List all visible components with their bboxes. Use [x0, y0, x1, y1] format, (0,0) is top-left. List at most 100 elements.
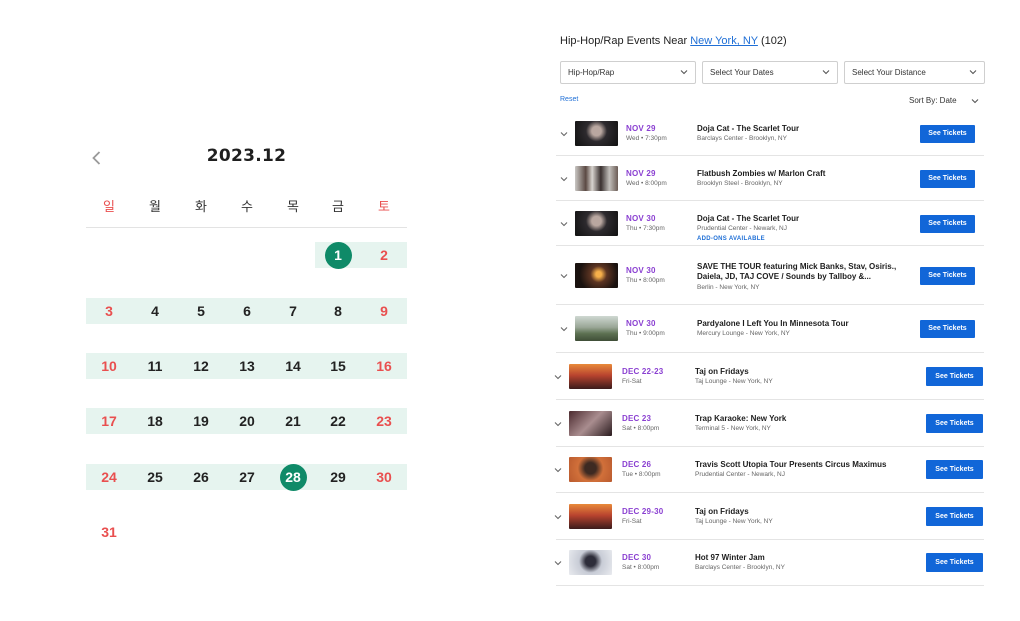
- event-thumbnail[interactable]: [575, 166, 618, 191]
- chevron-down-icon[interactable]: [559, 174, 569, 184]
- calendar-day[interactable]: 31: [86, 519, 132, 545]
- chevron-down-icon[interactable]: [553, 419, 563, 429]
- calendar-day[interactable]: 13: [224, 353, 270, 379]
- calendar-day[interactable]: 8: [315, 298, 361, 324]
- event-row[interactable]: DEC 30 Sat • 8:00pm Hot 97 Winter Jam Barcl…: [553, 540, 984, 586]
- chevron-down-icon[interactable]: [553, 372, 563, 382]
- event-thumbnail[interactable]: [575, 316, 618, 341]
- add-ons-link[interactable]: ADD-ONS AVAILABLE: [697, 236, 765, 242]
- calendar-day[interactable]: 25: [132, 464, 178, 490]
- calendar-day-number: 23: [376, 413, 392, 429]
- dates-select[interactable]: Select Your Dates: [702, 61, 838, 84]
- event-thumbnail[interactable]: [575, 121, 618, 146]
- see-tickets-button[interactable]: See Tickets: [920, 267, 975, 285]
- event-venue: Prudential Center - Newark, NJ: [697, 225, 787, 232]
- see-tickets-button[interactable]: See Tickets: [920, 125, 975, 143]
- event-thumbnail[interactable]: [569, 364, 612, 389]
- reset-link[interactable]: Reset: [560, 96, 578, 103]
- calendar-day[interactable]: 23: [361, 408, 407, 434]
- see-tickets-button[interactable]: See Tickets: [926, 414, 983, 433]
- calendar-day[interactable]: 10: [86, 353, 132, 379]
- calendar-day[interactable]: 22: [315, 408, 361, 434]
- chevron-down-icon[interactable]: [559, 324, 569, 334]
- genre-select[interactable]: Hip-Hop/Rap: [560, 61, 696, 84]
- sort-select[interactable]: Sort By: Date: [909, 96, 979, 105]
- see-tickets-button[interactable]: See Tickets: [920, 320, 975, 338]
- see-tickets-button[interactable]: See Tickets: [926, 460, 983, 479]
- event-venue: Taj Lounge - New York, NY: [695, 518, 773, 525]
- calendar-day[interactable]: 4: [132, 298, 178, 324]
- event-thumbnail[interactable]: [575, 211, 618, 236]
- calendar-day[interactable]: 7: [270, 298, 316, 324]
- calendar-day[interactable]: 27: [224, 464, 270, 490]
- calendar-day[interactable]: 17: [86, 408, 132, 434]
- event-row[interactable]: DEC 29-30 Fri-Sat Taj on Fridays Taj Lounge…: [553, 493, 984, 540]
- calendar-day[interactable]: 18: [132, 408, 178, 434]
- event-thumbnail[interactable]: [575, 263, 618, 288]
- events-heading: Hip-Hop/Rap Events Near New York, NY (10…: [560, 35, 787, 47]
- calendar-day[interactable]: 5: [178, 298, 224, 324]
- calendar-divider: [86, 227, 407, 228]
- location-link[interactable]: New York, NY: [690, 35, 758, 47]
- event-venue: Prudential Center - Newark, NJ: [695, 471, 785, 478]
- event-name[interactable]: Taj on Fridays: [695, 507, 905, 517]
- event-thumbnail[interactable]: [569, 411, 612, 436]
- calendar-day[interactable]: 26: [178, 464, 224, 490]
- calendar-day[interactable]: 20: [224, 408, 270, 434]
- event-row[interactable]: DEC 26 Tue • 8:00pm Travis Scott Utopia To…: [553, 447, 984, 493]
- calendar-day-number: 14: [285, 358, 301, 374]
- calendar-day[interactable]: 9: [361, 298, 407, 324]
- event-name[interactable]: Hot 97 Winter Jam: [695, 553, 905, 563]
- see-tickets-button[interactable]: See Tickets: [926, 367, 983, 386]
- event-name[interactable]: SAVE THE TOUR featuring Mick Banks, Stav…: [697, 262, 907, 282]
- event-row[interactable]: DEC 22-23 Fri-Sat Taj on Fridays Taj Lounge…: [553, 353, 984, 400]
- calendar-day[interactable]: 16: [361, 353, 407, 379]
- calendar-day[interactable]: 6: [224, 298, 270, 324]
- calendar-day[interactable]: 28: [270, 463, 316, 491]
- event-row[interactable]: NOV 30 Thu • 9:00pm Pardyalone I Left You …: [556, 305, 984, 353]
- chevron-down-icon[interactable]: [553, 512, 563, 522]
- event-row[interactable]: NOV 30 Thu • 7:30pm Doja Cat - The Scarlet…: [556, 201, 984, 246]
- event-row[interactable]: NOV 29 Wed • 7:30pm Doja Cat - The Scarlet…: [556, 111, 984, 156]
- chevron-down-icon[interactable]: [559, 219, 569, 229]
- calendar-day[interactable]: 12: [178, 353, 224, 379]
- event-name[interactable]: Doja Cat - The Scarlet Tour: [697, 214, 907, 224]
- event-name[interactable]: Flatbush Zombies w/ Marlon Craft: [697, 169, 907, 179]
- calendar-day[interactable]: 24: [86, 464, 132, 490]
- event-thumbnail[interactable]: [569, 457, 612, 482]
- calendar-day[interactable]: 21: [270, 408, 316, 434]
- event-name[interactable]: Trap Karaoke: New York: [695, 414, 905, 424]
- calendar-day[interactable]: 2: [361, 242, 407, 268]
- calendar-day[interactable]: 1: [315, 241, 361, 269]
- event-row[interactable]: DEC 23 Sat • 8:00pm Trap Karaoke: New York…: [553, 400, 984, 447]
- event-name[interactable]: Pardyalone I Left You In Minnesota Tour: [697, 319, 907, 329]
- chevron-down-icon[interactable]: [553, 558, 563, 568]
- event-name[interactable]: Taj on Fridays: [695, 367, 905, 377]
- chevron-down-icon[interactable]: [559, 271, 569, 281]
- calendar-day[interactable]: 29: [315, 464, 361, 490]
- event-date: NOV 29: [626, 124, 656, 133]
- calendar-day[interactable]: 3: [86, 298, 132, 324]
- chevron-down-icon[interactable]: [559, 129, 569, 139]
- calendar-day[interactable]: 15: [315, 353, 361, 379]
- see-tickets-button[interactable]: See Tickets: [920, 170, 975, 188]
- calendar-day[interactable]: 11: [132, 353, 178, 379]
- event-row[interactable]: NOV 29 Wed • 8:00pm Flatbush Zombies w/ Ma…: [556, 156, 984, 201]
- event-row[interactable]: NOV 30 Thu • 8:00pm SAVE THE TOUR featurin…: [556, 246, 984, 305]
- event-thumbnail[interactable]: [569, 504, 612, 529]
- chevron-down-icon[interactable]: [553, 465, 563, 475]
- chevron-down-icon: [971, 99, 979, 104]
- calendar-day[interactable]: 30: [361, 464, 407, 490]
- calendar-day[interactable]: 14: [270, 353, 316, 379]
- see-tickets-button[interactable]: See Tickets: [926, 553, 983, 572]
- see-tickets-button[interactable]: See Tickets: [926, 507, 983, 526]
- calendar-day-number: 18: [147, 413, 163, 429]
- event-thumbnail[interactable]: [569, 550, 612, 575]
- calendar-day-number: 11: [147, 358, 163, 374]
- calendar-day[interactable]: 19: [178, 408, 224, 434]
- event-name[interactable]: Travis Scott Utopia Tour Presents Circus…: [695, 460, 905, 470]
- see-tickets-button[interactable]: See Tickets: [920, 215, 975, 233]
- event-name[interactable]: Doja Cat - The Scarlet Tour: [697, 124, 907, 134]
- calendar-day-number: 9: [380, 303, 388, 319]
- distance-select[interactable]: Select Your Distance: [844, 61, 985, 84]
